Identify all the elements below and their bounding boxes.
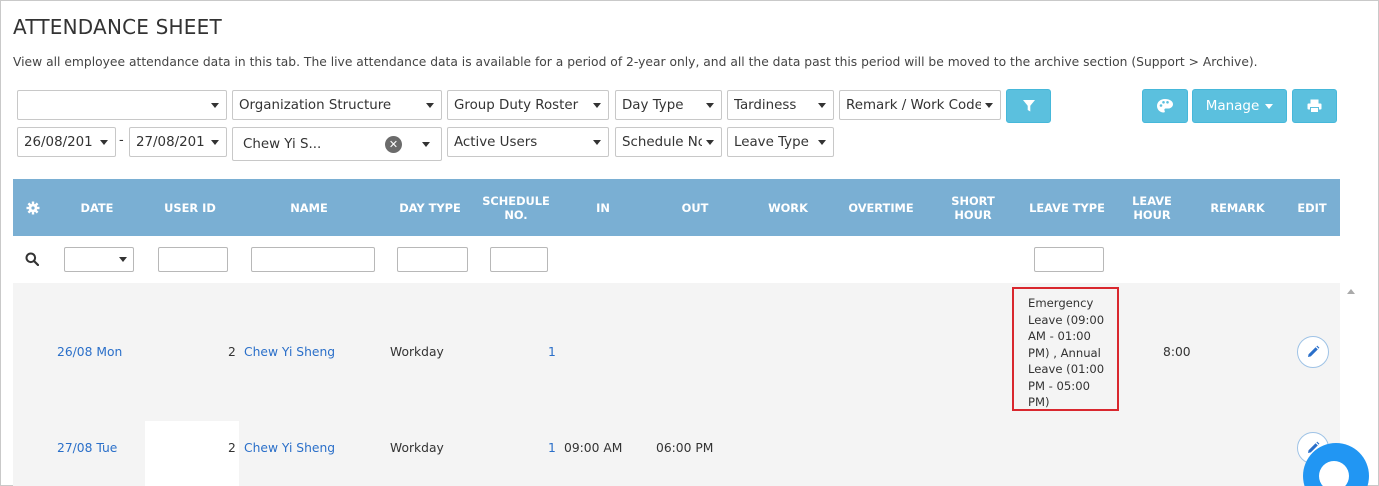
user-status-select[interactable]: Active Users [447,127,609,157]
name-link[interactable]: Chew Yi Sheng [244,345,335,359]
leave-type-filter-input[interactable] [1034,247,1104,272]
page-title: ATTENDANCE SHEET [13,15,222,39]
filter-icon [1022,100,1035,112]
user-select[interactable]: Chew Yi S... ✕ [232,127,442,161]
leave-type-cell-highlighted: Emergency Leave (09:00 AM - 01:00 PM) , … [1012,287,1119,411]
day-type-filter-input[interactable] [397,247,468,272]
column-header-short-hour[interactable]: SHORT HOUR [933,179,1013,236]
user-select-value: Chew Yi S... [243,136,322,152]
column-settings-button[interactable] [13,179,53,236]
day-type-select[interactable]: Day Type [615,90,722,120]
column-header-schedule-no[interactable]: SCHEDULE NO. [482,179,550,236]
column-header-leave-hour[interactable]: LEAVE HOUR [1127,179,1177,236]
table-body: 26/08 Mon 2 Chew Yi Sheng Workday 1 Emer… [13,283,1340,486]
table-header: DATE USER ID NAME DAY TYPE SCHEDULE NO. … [13,179,1340,236]
page-description: View all employee attendance data in thi… [13,55,1258,69]
name-filter-input[interactable] [251,247,375,272]
organization-structure-label: Organization Structure [239,97,392,113]
date-link[interactable]: 26/08 Mon [57,345,122,359]
group-duty-roster-select[interactable]: Group Duty Roster [447,90,609,120]
clear-icon[interactable]: ✕ [385,135,402,153]
palette-icon [1157,99,1173,113]
column-header-edit[interactable]: EDIT [1288,179,1336,236]
date-to-select[interactable]: 27/08/201 [129,127,227,157]
leave-type-label: Leave Type [734,134,809,150]
date-link[interactable]: 27/08 Tue [57,441,117,455]
day-type-cell: Workday [390,441,444,455]
column-header-work[interactable]: WORK [758,179,818,236]
schedule-no-select[interactable]: Schedule No [615,127,722,157]
leave-type-select[interactable]: Leave Type [727,127,834,157]
name-link[interactable]: Chew Yi Sheng [244,441,335,455]
chevron-down-icon [1265,103,1274,109]
day-type-label: Day Type [622,97,684,113]
theme-button[interactable] [1142,89,1188,123]
user-id-cell: 2 [228,345,236,359]
column-header-day-type[interactable]: DAY TYPE [396,179,464,236]
chevron-down-icon [985,102,993,108]
column-header-overtime[interactable]: OVERTIME [845,179,917,236]
column-header-out[interactable]: OUT [665,179,725,236]
search-icon [25,252,39,266]
user-id-filter-input[interactable] [158,247,228,272]
chevron-down-icon [426,102,434,108]
leave-hour-cell: 8:00 [1163,345,1191,359]
schedule-no-link[interactable]: 1 [548,345,556,359]
scroll-up-arrow[interactable] [1347,289,1355,294]
chevron-down-icon [422,141,430,147]
group-duty-roster-label: Group Duty Roster [454,97,579,113]
chevron-down-icon [100,139,108,145]
chevron-down-icon [119,257,127,262]
app-window: ATTENDANCE SHEET View all employee atten… [0,0,1379,486]
tardiness-label: Tardiness [734,97,797,113]
date-from-select[interactable]: 26/08/201 [17,127,116,157]
chevron-down-icon [706,102,714,108]
column-header-leave-type[interactable]: LEAVE TYPE [1027,179,1107,236]
redacted-area [145,421,239,486]
out-time-cell: 06:00 PM [656,441,714,455]
organization-structure-select[interactable]: Organization Structure [232,90,442,120]
column-header-name[interactable]: NAME [253,179,365,236]
column-header-in[interactable]: IN [573,179,633,236]
date-to-value: 27/08/201 [136,134,205,150]
pencil-icon [1308,345,1320,357]
column-header-remark[interactable]: REMARK [1205,179,1270,236]
chat-icon [1319,461,1349,486]
manage-button-label: Manage [1205,98,1260,114]
in-time-cell: 09:00 AM [564,441,623,455]
print-icon [1307,99,1322,113]
date-range-separator: - [119,133,124,148]
date-filter-select[interactable] [64,247,134,272]
chevron-down-icon [593,102,601,108]
schedule-no-label: Schedule No [622,134,702,150]
tardiness-select[interactable]: Tardiness [727,90,834,120]
gear-icon [26,201,40,214]
user-id-cell: 2 [228,441,236,455]
date-from-value: 26/08/201 [24,134,93,150]
column-header-user-id[interactable]: USER ID [158,179,222,236]
chevron-down-icon [211,139,219,145]
chevron-down-icon [706,139,714,145]
chevron-down-icon [818,139,826,145]
remark-work-code-select[interactable]: Remark / Work Code [839,90,1001,120]
company-select[interactable] [17,90,227,120]
schedule-no-filter-input[interactable] [490,247,548,272]
chevron-down-icon [593,139,601,145]
user-status-label: Active Users [454,134,538,150]
chevron-down-icon [818,102,826,108]
column-header-date[interactable]: DATE [65,179,129,236]
edit-button[interactable] [1297,336,1329,368]
schedule-no-link[interactable]: 1 [548,441,556,455]
filter-button[interactable] [1006,89,1051,123]
print-button[interactable] [1292,89,1337,123]
day-type-cell: Workday [390,345,444,359]
remark-work-code-label: Remark / Work Code [846,97,981,113]
column-filter-row [13,236,1340,283]
chevron-down-icon [211,102,219,108]
manage-dropdown-button[interactable]: Manage [1192,89,1287,123]
